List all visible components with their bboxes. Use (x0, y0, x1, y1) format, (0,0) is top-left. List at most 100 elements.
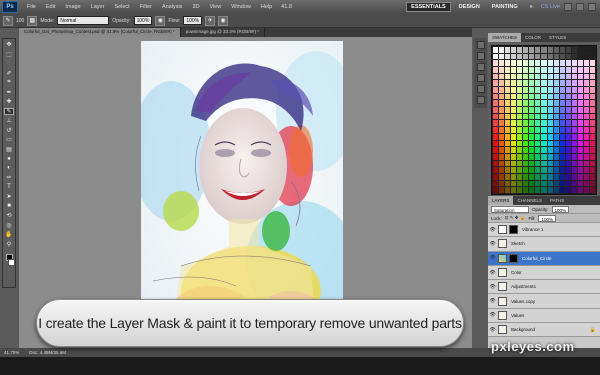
color-swatch[interactable] (511, 160, 517, 167)
color-swatch[interactable] (553, 153, 559, 160)
color-swatch[interactable] (511, 140, 517, 147)
color-swatch[interactable] (577, 93, 583, 100)
color-swatch[interactable] (559, 73, 565, 80)
color-swatch[interactable] (517, 100, 523, 107)
color-swatch[interactable] (589, 127, 595, 133)
color-swatch[interactable] (493, 147, 499, 153)
color-swatch[interactable] (583, 93, 589, 100)
layer-values-copy[interactable]: 👁 Values copy (488, 294, 600, 309)
color-swatch[interactable] (565, 100, 571, 107)
color-swatch[interactable] (517, 160, 523, 167)
color-swatch[interactable] (505, 140, 511, 147)
color-swatch[interactable] (583, 160, 589, 167)
color-swatch[interactable] (565, 127, 571, 133)
color-swatch[interactable] (535, 140, 541, 147)
color-swatch[interactable] (583, 153, 589, 160)
color-swatch[interactable] (499, 100, 505, 107)
menu-image[interactable]: Image (60, 4, 85, 10)
pen-icon[interactable]: ✑ (4, 174, 14, 182)
color-swatch[interactable] (577, 187, 583, 193)
color-swatch[interactable] (553, 180, 559, 187)
color-swatch[interactable] (541, 153, 547, 160)
color-swatch[interactable] (553, 120, 559, 127)
color-swatch[interactable] (493, 173, 499, 180)
color-swatch[interactable] (571, 133, 577, 140)
color-swatch[interactable] (523, 147, 529, 153)
menu-3d[interactable]: 3D (187, 4, 204, 10)
history-brush-icon[interactable]: ↺ (4, 127, 14, 135)
color-swatch[interactable] (547, 100, 553, 107)
color-swatch[interactable] (553, 173, 559, 180)
color-swatch[interactable] (505, 60, 511, 67)
color-swatch[interactable] (499, 120, 505, 127)
color-swatch[interactable] (589, 107, 595, 113)
color-swatch[interactable] (529, 180, 535, 187)
menu-layer[interactable]: Layer (86, 4, 110, 10)
color-swatch[interactable] (547, 80, 553, 87)
color-swatch[interactable] (565, 53, 571, 60)
lock-icons[interactable]: ⊡ ✎ ✥ 🔒 (505, 215, 526, 221)
color-swatch[interactable] (565, 60, 571, 67)
color-swatch[interactable] (511, 173, 517, 180)
color-swatch[interactable] (517, 187, 523, 193)
color-swatch[interactable] (505, 80, 511, 87)
color-swatch[interactable] (523, 167, 529, 173)
color-swatch[interactable] (577, 107, 583, 113)
color-swatch[interactable] (547, 47, 553, 53)
color-swatch[interactable] (547, 107, 553, 113)
color-swatch[interactable] (559, 187, 565, 193)
color-swatch[interactable] (535, 73, 541, 80)
blend-mode-select[interactable]: Saturation (491, 205, 529, 213)
color-swatch[interactable] (517, 80, 523, 87)
menu-view[interactable]: View (204, 4, 226, 10)
color-swatch[interactable] (541, 67, 547, 73)
color-swatch[interactable] (535, 53, 541, 60)
color-swatch[interactable] (547, 160, 553, 167)
color-swatch[interactable] (493, 53, 499, 60)
color-swatch[interactable] (589, 160, 595, 167)
color-swatch[interactable] (583, 87, 589, 93)
color-swatch[interactable] (541, 47, 547, 53)
color-swatch[interactable] (571, 173, 577, 180)
color-swatch[interactable] (571, 167, 577, 173)
color-swatch[interactable] (553, 160, 559, 167)
color-swatch[interactable] (505, 153, 511, 160)
color-swatch[interactable] (493, 60, 499, 67)
color-swatch[interactable] (535, 180, 541, 187)
color-swatch[interactable] (583, 113, 589, 120)
color-swatch[interactable] (553, 60, 559, 67)
color-swatch[interactable] (577, 180, 583, 187)
color-swatch[interactable] (541, 73, 547, 80)
color-swatch[interactable] (511, 180, 517, 187)
color-swatch[interactable] (541, 87, 547, 93)
color-swatch[interactable] (589, 133, 595, 140)
menu-filter[interactable]: Filter (135, 4, 157, 10)
color-swatch[interactable] (577, 153, 583, 160)
fill-field[interactable]: 100% (538, 214, 556, 222)
color-swatch[interactable] (565, 173, 571, 180)
shape-icon[interactable]: ■ (4, 203, 14, 211)
color-swatch[interactable] (523, 140, 529, 147)
color-swatch[interactable] (577, 120, 583, 127)
color-swatch[interactable] (583, 127, 589, 133)
color-swatch[interactable] (511, 107, 517, 113)
color-swatch[interactable] (547, 93, 553, 100)
layer-background[interactable]: 👁 Background 🔒 (488, 323, 600, 338)
dodge-icon[interactable]: ◐ (4, 165, 14, 173)
tab-paths[interactable]: PATHS (546, 196, 568, 205)
color-swatch[interactable] (541, 80, 547, 87)
color-swatch[interactable] (529, 107, 535, 113)
color-swatch[interactable] (547, 87, 553, 93)
color-swatch[interactable] (511, 113, 517, 120)
color-swatch[interactable] (553, 187, 559, 193)
color-swatch[interactable] (541, 187, 547, 193)
color-swatch[interactable] (523, 133, 529, 140)
eye-icon[interactable]: 👁 (488, 312, 497, 318)
color-swatch[interactable] (547, 180, 553, 187)
color-swatch[interactable] (577, 60, 583, 67)
color-swatch[interactable] (541, 113, 547, 120)
color-swatch[interactable] (589, 187, 595, 193)
color-swatch[interactable] (505, 93, 511, 100)
color-swatch[interactable] (493, 80, 499, 87)
color-swatch[interactable] (559, 60, 565, 67)
